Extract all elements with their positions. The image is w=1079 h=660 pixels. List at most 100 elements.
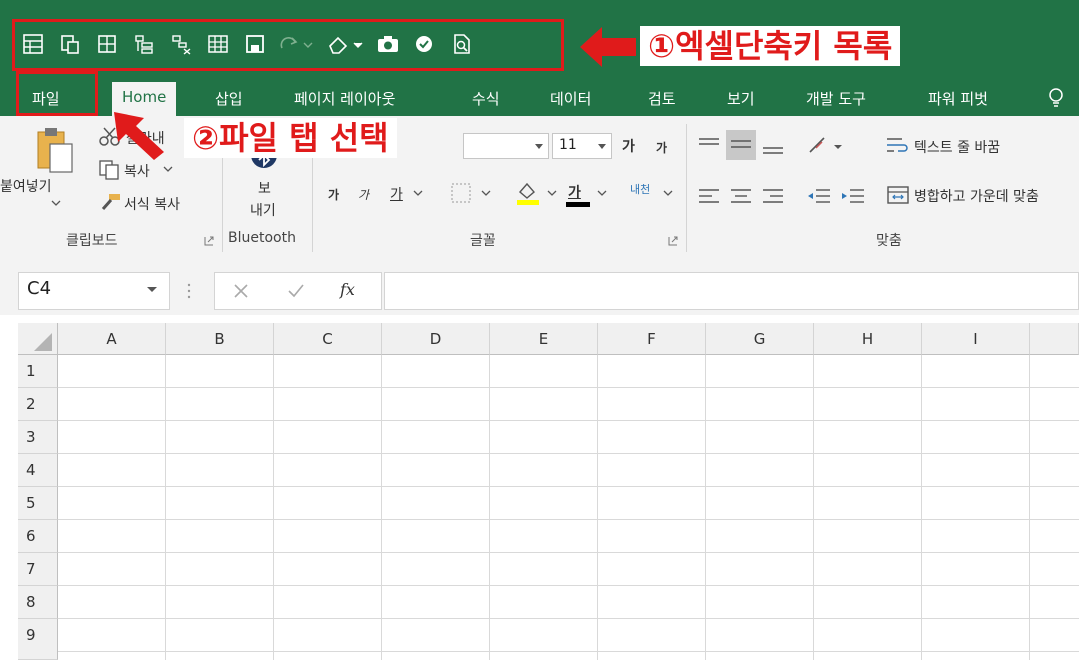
- group-label-clipboard: 클립보드: [66, 233, 118, 249]
- column-header[interactable]: G: [706, 323, 814, 355]
- align-middle-button[interactable]: [726, 130, 756, 160]
- insert-function-button[interactable]: fx: [340, 280, 355, 299]
- align-right-icon[interactable]: [760, 185, 786, 207]
- tab-review[interactable]: 검토: [648, 84, 676, 114]
- chevron-down-icon[interactable]: [412, 189, 424, 197]
- copy-icon[interactable]: [98, 159, 120, 181]
- font-size-value: 11: [559, 137, 577, 153]
- tab-data[interactable]: 데이터: [550, 84, 591, 114]
- column-header[interactable]: E: [490, 323, 598, 355]
- tab-power-pivot[interactable]: 파워 피벗: [928, 84, 988, 114]
- formula-input[interactable]: [384, 272, 1079, 310]
- dialog-launcher-icon[interactable]: [204, 236, 214, 246]
- decrease-indent-icon[interactable]: [806, 185, 832, 207]
- increase-indent-icon[interactable]: [840, 185, 866, 207]
- merge-center-label[interactable]: 병합하고 가운데 맞춤: [914, 186, 1039, 206]
- format-painter-label[interactable]: 서식 복사: [124, 194, 180, 214]
- file-tab-highlight-box: [16, 71, 98, 116]
- dialog-launcher-icon[interactable]: [668, 236, 678, 246]
- font-size-dropdown[interactable]: 11: [552, 133, 612, 159]
- italic-button[interactable]: 가: [358, 186, 369, 203]
- font-color-button[interactable]: 가: [568, 182, 581, 202]
- align-middle-icon: [731, 140, 751, 148]
- cancel-icon[interactable]: [232, 282, 250, 300]
- row-header[interactable]: 4: [18, 454, 58, 487]
- grid-line: [58, 651, 1079, 652]
- grid-line: [58, 486, 1079, 487]
- grid-line: [58, 453, 1079, 454]
- tab-insert[interactable]: 삽입: [215, 84, 243, 114]
- row-header[interactable]: 2: [18, 388, 58, 421]
- column-header[interactable]: C: [274, 323, 382, 355]
- underline-button[interactable]: 가: [390, 184, 403, 204]
- row-header[interactable]: 6: [18, 520, 58, 553]
- column-header[interactable]: A: [58, 323, 166, 355]
- select-all-button[interactable]: [18, 323, 58, 355]
- bold-button[interactable]: 가: [328, 186, 339, 203]
- font-name-dropdown[interactable]: [463, 133, 549, 159]
- lightbulb-icon[interactable]: [1046, 86, 1066, 110]
- chevron-down-icon[interactable]: [480, 189, 492, 197]
- grid-line: [58, 519, 1079, 520]
- chevron-down-icon[interactable]: [546, 189, 558, 197]
- column-header[interactable]: H: [814, 323, 922, 355]
- column-header[interactable]: D: [382, 323, 490, 355]
- borders-icon[interactable]: [450, 182, 472, 204]
- grid-line: [58, 420, 1079, 421]
- tab-view[interactable]: 보기: [727, 84, 755, 114]
- chevron-down-icon: [598, 144, 606, 149]
- select-all-triangle-icon: [34, 333, 52, 351]
- grid-line: [1029, 355, 1030, 660]
- enter-check-icon[interactable]: [286, 282, 306, 300]
- grid-line: [273, 355, 274, 660]
- paste-icon[interactable]: [35, 126, 79, 176]
- row-header[interactable]: 8: [18, 586, 58, 619]
- group-separator: [686, 124, 687, 252]
- column-header[interactable]: B: [166, 323, 274, 355]
- column-header[interactable]: F: [598, 323, 706, 355]
- chevron-down-icon: [535, 144, 543, 149]
- wrap-text-label[interactable]: 텍스트 줄 바꿈: [914, 137, 1000, 157]
- align-top-icon[interactable]: [696, 134, 722, 158]
- tab-developer[interactable]: 개발 도구: [806, 84, 866, 114]
- tab-page-layout[interactable]: 페이지 레이아웃: [294, 84, 395, 114]
- merge-center-icon[interactable]: [886, 184, 910, 206]
- chevron-down-icon[interactable]: [162, 165, 174, 173]
- grid-line: [381, 355, 382, 660]
- group-label-bluetooth: Bluetooth: [228, 230, 296, 246]
- orientation-icon[interactable]: [806, 134, 846, 158]
- wrap-text-icon[interactable]: [884, 134, 910, 158]
- grid-line: [813, 355, 814, 660]
- chevron-down-icon[interactable]: [146, 286, 158, 294]
- fill-color-icon[interactable]: [516, 180, 540, 206]
- row-header[interactable]: 5: [18, 487, 58, 520]
- bluetooth-send-label-1[interactable]: 보: [258, 178, 271, 198]
- align-center-icon[interactable]: [728, 185, 754, 207]
- grow-font-button[interactable]: 가: [622, 136, 635, 156]
- grid-line: [597, 355, 598, 660]
- align-left-icon[interactable]: [696, 185, 722, 207]
- chevron-down-icon[interactable]: [596, 189, 608, 197]
- row-header[interactable]: 9: [18, 619, 58, 660]
- worksheet-grid[interactable]: [18, 323, 1079, 660]
- row-header[interactable]: 7: [18, 553, 58, 586]
- column-header[interactable]: I: [922, 323, 1030, 355]
- grid-line: [58, 387, 1079, 388]
- phonetic-button[interactable]: 내천: [630, 181, 650, 197]
- format-painter-icon[interactable]: [100, 192, 122, 212]
- chevron-down-icon[interactable]: [50, 199, 62, 207]
- paste-label[interactable]: 붙여넣기: [0, 176, 52, 196]
- grid-line: [58, 618, 1079, 619]
- bluetooth-send-label-2[interactable]: 내기: [250, 200, 276, 220]
- callout-arrow-left-icon: [580, 27, 636, 67]
- tab-formulas[interactable]: 수식: [472, 84, 500, 114]
- shrink-font-button[interactable]: 가: [656, 139, 667, 156]
- row-header[interactable]: 3: [18, 421, 58, 454]
- column-header[interactable]: [1030, 323, 1079, 355]
- align-bottom-icon[interactable]: [760, 134, 786, 158]
- copy-label[interactable]: 복사: [124, 161, 150, 181]
- chevron-down-icon[interactable]: [662, 189, 674, 197]
- group-label-alignment: 맞춤: [876, 233, 902, 249]
- row-header[interactable]: 1: [18, 355, 58, 388]
- grid-line: [165, 355, 166, 660]
